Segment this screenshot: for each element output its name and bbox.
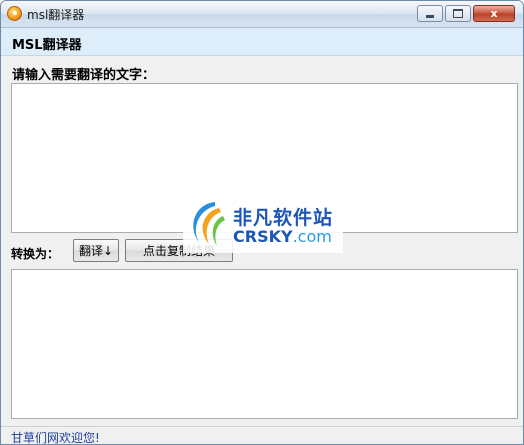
app-logo-icon xyxy=(7,6,22,21)
maximize-icon xyxy=(453,9,463,18)
input-label: 请输入需要翻译的文字： xyxy=(12,68,156,83)
minimize-icon xyxy=(426,15,434,18)
app-window: msl翻译器 x MSL翻译器 请输入需要翻译的文字： 转换为： 翻译↓ 点击复… xyxy=(0,0,524,445)
window-title: msl翻译器 xyxy=(27,8,85,22)
watermark-cn-text: 非凡软件站 xyxy=(233,207,334,229)
close-button[interactable]: x xyxy=(473,5,515,22)
window-controls: x xyxy=(415,5,515,23)
header-band: MSL翻译器 xyxy=(1,28,523,56)
status-bar: 甘草们网欢迎您! xyxy=(1,426,523,445)
crsky-logo-icon xyxy=(193,202,225,246)
translate-button[interactable]: 翻译↓ xyxy=(73,239,119,262)
status-text: 甘草们网欢迎您! xyxy=(11,431,100,445)
watermark-en-domain: .com xyxy=(292,227,332,246)
page-title: MSL翻译器 xyxy=(12,38,82,53)
result-text-output[interactable] xyxy=(11,269,518,419)
title-bar[interactable]: msl翻译器 x xyxy=(1,1,523,28)
minimize-button[interactable] xyxy=(417,5,443,22)
watermark: 非凡软件站 CRSKY.com xyxy=(183,193,343,253)
convert-label: 转换为： xyxy=(11,247,60,261)
close-icon: x xyxy=(490,7,498,20)
watermark-en-text: CRSKY.com xyxy=(233,227,332,246)
watermark-en-main: CRSKY xyxy=(233,227,293,246)
maximize-button[interactable] xyxy=(445,5,471,22)
